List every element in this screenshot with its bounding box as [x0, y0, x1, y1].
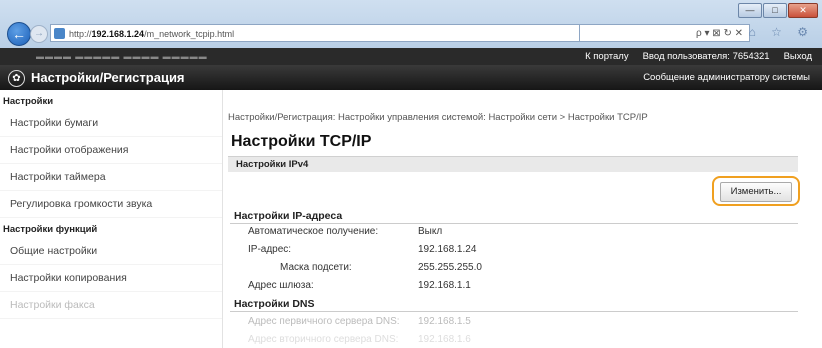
- divider: [230, 223, 798, 224]
- portal-link[interactable]: К порталу: [585, 51, 629, 62]
- close-window-button[interactable]: ✕: [788, 3, 818, 18]
- title-header-bar: ✿ Настройки/Регистрация Сообщение админи…: [0, 65, 822, 90]
- back-arrow-icon[interactable]: ←: [7, 22, 31, 46]
- setting-row-gateway: Адрес шлюза: 192.168.1.1: [248, 280, 471, 291]
- sidebar-section-settings: Настройки: [3, 96, 54, 107]
- sidebar-item-fax[interactable]: Настройки факса: [0, 292, 222, 319]
- minimize-button[interactable]: —: [738, 3, 762, 18]
- sidebar-item-display[interactable]: Настройки отображения: [0, 137, 222, 164]
- page-icon: [54, 28, 65, 39]
- url-prefix: http://: [69, 29, 92, 39]
- sidebar: Настройки Настройки бумаги Настройки ото…: [0, 90, 223, 348]
- edit-button[interactable]: Изменить...: [720, 182, 792, 202]
- sidebar-item-paper[interactable]: Настройки бумаги: [0, 110, 222, 137]
- setting-row-ip: IP-адрес: 192.168.1.24: [248, 244, 477, 255]
- url-path: /m_network_tcpip.html: [144, 29, 235, 39]
- window-controls: — □ ✕: [738, 3, 818, 18]
- sidebar-item-volume[interactable]: Регулировка громкости звука: [0, 191, 222, 218]
- top-header-bar: ▬▬▬▬ ▬▬▬▬▬ ▬▬▬▬ ▬▬▬▬▬ К порталу Ввод пол…: [0, 48, 822, 65]
- device-name-blurred: ▬▬▬▬ ▬▬▬▬▬ ▬▬▬▬ ▬▬▬▬▬: [36, 52, 208, 61]
- admin-message-link[interactable]: Сообщение администратору системы: [643, 72, 810, 83]
- setting-row-dns-primary: Адрес первичного сервера DNS: 192.168.1.5: [248, 316, 471, 327]
- setting-row-subnet: Маска подсети: 255.255.255.0: [280, 262, 482, 273]
- user-info: Ввод пользователя: 7654321: [642, 51, 770, 62]
- breadcrumb[interactable]: Настройки/Регистрация: Настройки управле…: [228, 112, 648, 123]
- home-star-gear-icons[interactable]: ⌂ ☆ ⚙: [749, 25, 814, 39]
- divider: [230, 311, 798, 312]
- maximize-button[interactable]: □: [763, 3, 787, 18]
- setting-row-dns-secondary: Адрес вторичного сервера DNS: 192.168.1.6: [248, 334, 471, 345]
- url-host: 192.168.1.24: [91, 29, 145, 39]
- page-title: Настройки TCP/IP: [231, 133, 372, 150]
- browser-chrome: — □ ✕ ← → http://192.168.1.24/m_network_…: [0, 0, 822, 48]
- dns-section-heading: Настройки DNS: [234, 298, 315, 310]
- ipv4-section-bar: Настройки IPv4: [228, 156, 798, 172]
- setting-row-auto: Автоматическое получение: Выкл: [248, 226, 443, 237]
- sidebar-item-timer[interactable]: Настройки таймера: [0, 164, 222, 191]
- sidebar-item-general[interactable]: Общие настройки: [0, 238, 222, 265]
- page-header-title: Настройки/Регистрация: [31, 70, 185, 85]
- edit-button-highlight: Изменить...: [712, 176, 800, 206]
- ip-address-section-heading: Настройки IP-адреса: [234, 210, 343, 222]
- logout-link[interactable]: Выход: [784, 51, 812, 62]
- sidebar-item-copy[interactable]: Настройки копирования: [0, 265, 222, 292]
- forward-arrow-icon[interactable]: →: [30, 25, 48, 43]
- address-tools[interactable]: ρ ▾ ⊠ ↻ ✕: [580, 24, 750, 42]
- address-bar[interactable]: http://192.168.1.24/m_network_tcpip.html: [50, 24, 580, 42]
- settings-logo-icon: ✿: [8, 70, 25, 87]
- sidebar-section-functions: Настройки функций: [3, 224, 98, 235]
